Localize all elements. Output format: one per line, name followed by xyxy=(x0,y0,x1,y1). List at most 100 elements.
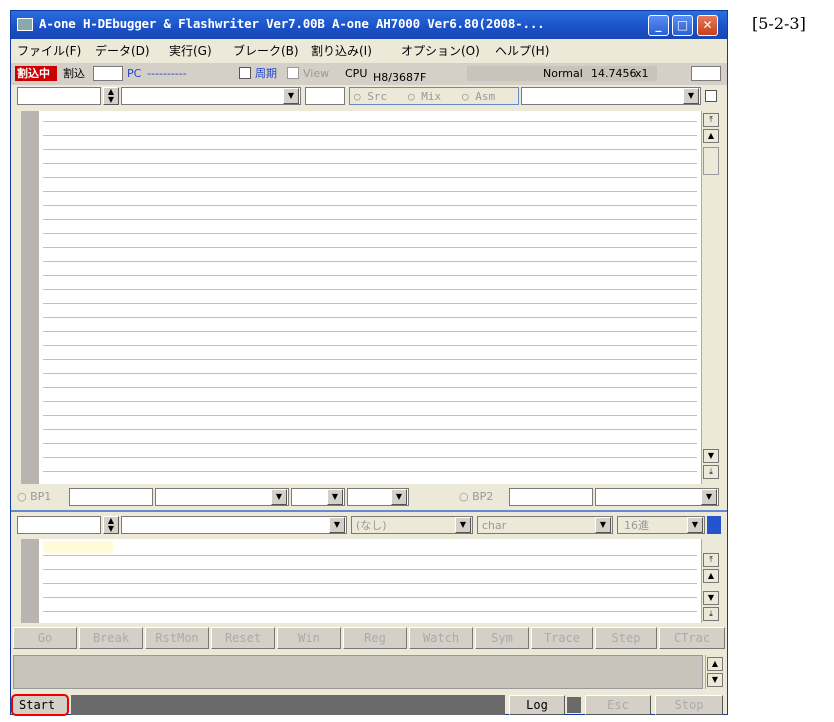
scroll-down-icon[interactable]: ▼ xyxy=(703,449,719,463)
function-dropdown-icon[interactable]: ▼ xyxy=(283,88,299,104)
mode-value: Normal xyxy=(543,67,583,80)
log-indicator xyxy=(567,697,581,713)
scroll-up-icon[interactable]: ▲ xyxy=(703,129,719,143)
watch-address-spin[interactable]: ▲ ▼ xyxy=(103,516,119,534)
view-mode-group: ○ Src ○ Mix ○ Asm xyxy=(349,87,519,105)
menu-run[interactable]: 実行(G) xyxy=(169,42,212,59)
interrupt-label: 割込 xyxy=(63,67,85,80)
watch-type-value: char xyxy=(482,519,507,532)
watch-selected-row[interactable] xyxy=(43,541,113,553)
menu-help[interactable]: ヘルプ(H) xyxy=(495,42,549,59)
watch-scrollbar[interactable]: ⤒ ▲ ▼ ⤓ xyxy=(701,539,719,623)
watch-scroll-up-icon[interactable]: ▲ xyxy=(703,569,719,583)
menu-data[interactable]: データ(D) xyxy=(95,42,150,59)
run-status-badge: 割込中 xyxy=(15,66,57,81)
ctrace-button[interactable]: CTrac xyxy=(659,627,725,649)
figure-label: [5-2-3] xyxy=(752,14,806,33)
scroll-bottom-icon[interactable]: ⤓ xyxy=(703,465,719,479)
rstmon-button[interactable]: RstMon xyxy=(145,627,209,649)
log-scroll-up-icon[interactable]: ▲ xyxy=(707,657,723,671)
scroll-top-icon[interactable]: ⤒ xyxy=(703,113,719,127)
start-button[interactable]: Start xyxy=(11,694,69,716)
minimize-button[interactable]: _ xyxy=(648,15,669,36)
app-window: A-one H-DEbugger & Flashwriter Ver7.00B … xyxy=(10,10,728,716)
address-input[interactable] xyxy=(17,87,101,105)
view-checkbox[interactable] xyxy=(287,67,299,79)
menu-bar: ファイル(F) データ(D) 実行(G) ブレーク(B) 割り込み(I) オプシ… xyxy=(11,39,727,61)
title-bar: A-one H-DEbugger & Flashwriter Ver7.00B … xyxy=(11,11,727,39)
source-dropdown-icon[interactable]: ▼ xyxy=(683,88,699,104)
cpu-label: CPU xyxy=(345,67,368,80)
trace-button[interactable]: Trace xyxy=(531,627,593,649)
watch-type-dropdown-icon[interactable]: ▼ xyxy=(595,517,611,533)
mode-mix[interactable]: ○ Mix xyxy=(408,89,441,104)
bp2-address[interactable] xyxy=(509,488,593,506)
app-icon xyxy=(17,18,33,31)
bp1-cond-dropdown-icon[interactable]: ▼ xyxy=(271,489,287,505)
bp1-address[interactable] xyxy=(69,488,153,506)
menu-file[interactable]: ファイル(F) xyxy=(17,42,81,59)
interrupt-field[interactable] xyxy=(93,66,123,81)
win-button[interactable]: Win xyxy=(277,627,341,649)
stop-button[interactable]: Stop xyxy=(655,695,723,715)
break-button[interactable]: Break xyxy=(79,627,143,649)
log-scrollbar[interactable]: ▲ ▼ xyxy=(705,655,723,689)
bp1-radio[interactable]: ○ BP1 xyxy=(17,489,51,504)
step-button[interactable]: Step xyxy=(595,627,657,649)
cpu-value: H8/3687F xyxy=(373,71,427,84)
log-area[interactable] xyxy=(13,655,703,689)
watch-view[interactable] xyxy=(21,539,701,623)
bp1-condition[interactable] xyxy=(155,488,289,506)
source-file-select[interactable] xyxy=(521,87,701,105)
mode-asm[interactable]: ○ Asm xyxy=(462,89,495,104)
mode-src[interactable]: ○ Src xyxy=(354,89,387,104)
maximize-button[interactable]: □ xyxy=(672,15,693,36)
spare-field xyxy=(691,66,721,81)
clock-field: Normal 14.7456 x1 xyxy=(467,66,657,81)
sym-button[interactable]: Sym xyxy=(475,627,529,649)
watch-scroll-bottom-icon[interactable]: ⤓ xyxy=(703,607,719,621)
watch-symbol-dropdown-icon[interactable]: ▼ xyxy=(329,517,345,533)
source-scrollbar[interactable]: ⤒ ▲ ▼ ⤓ xyxy=(701,111,719,484)
bp1-count-dropdown-icon[interactable]: ▼ xyxy=(391,489,407,505)
watch-gutter xyxy=(21,539,39,623)
bp2-radio[interactable]: ○ BP2 xyxy=(459,489,493,504)
close-button[interactable]: ✕ xyxy=(697,15,718,36)
watch-radix-dropdown-icon[interactable]: ▼ xyxy=(687,517,703,533)
period-label: 周期 xyxy=(255,67,277,80)
menu-options[interactable]: オプション(O) xyxy=(401,42,480,59)
reg-button[interactable]: Reg xyxy=(343,627,407,649)
watch-scope-value: (なし) xyxy=(356,519,387,532)
menu-interrupt[interactable]: 割り込み(I) xyxy=(311,42,372,59)
watch-scroll-top-icon[interactable]: ⤒ xyxy=(703,553,719,567)
pane-divider[interactable] xyxy=(11,510,727,512)
watch-scope-dropdown-icon[interactable]: ▼ xyxy=(455,517,471,533)
reset-button[interactable]: Reset xyxy=(211,627,275,649)
esc-button[interactable]: Esc xyxy=(585,695,651,715)
source-checkbox[interactable] xyxy=(705,90,717,102)
watch-button[interactable]: Watch xyxy=(409,627,473,649)
breakpoint-bar: ○ BP1 ▼ ▼ ▼ ○ BP2 ▼ xyxy=(15,487,725,507)
bp1-type-dropdown-icon[interactable]: ▼ xyxy=(327,489,343,505)
cpu-value-field: H8/3687F xyxy=(373,66,463,84)
line-field[interactable] xyxy=(305,87,345,105)
log-scroll-down-icon[interactable]: ▼ xyxy=(707,673,723,687)
period-checkbox[interactable] xyxy=(239,67,251,79)
source-view[interactable] xyxy=(21,111,701,484)
breakpoint-gutter[interactable] xyxy=(21,111,39,484)
menu-break[interactable]: ブレーク(B) xyxy=(233,42,299,59)
watch-address-input[interactable] xyxy=(17,516,101,534)
function-select[interactable] xyxy=(121,87,301,105)
address-spin[interactable]: ▲ ▼ xyxy=(103,87,119,105)
progress-bar xyxy=(71,695,505,715)
watch-pane-toggle[interactable] xyxy=(707,516,721,534)
log-button[interactable]: Log xyxy=(509,695,565,715)
watch-scroll-down-icon[interactable]: ▼ xyxy=(703,591,719,605)
pc-value: ---------- xyxy=(147,67,187,80)
scroll-thumb[interactable] xyxy=(703,147,719,175)
bp2-dropdown-icon[interactable]: ▼ xyxy=(701,489,717,505)
watch-symbol-select[interactable] xyxy=(121,516,347,534)
watch-type-select[interactable]: char xyxy=(477,516,613,534)
clock-value: 14.7456 xyxy=(591,67,637,80)
go-button[interactable]: Go xyxy=(13,627,77,649)
